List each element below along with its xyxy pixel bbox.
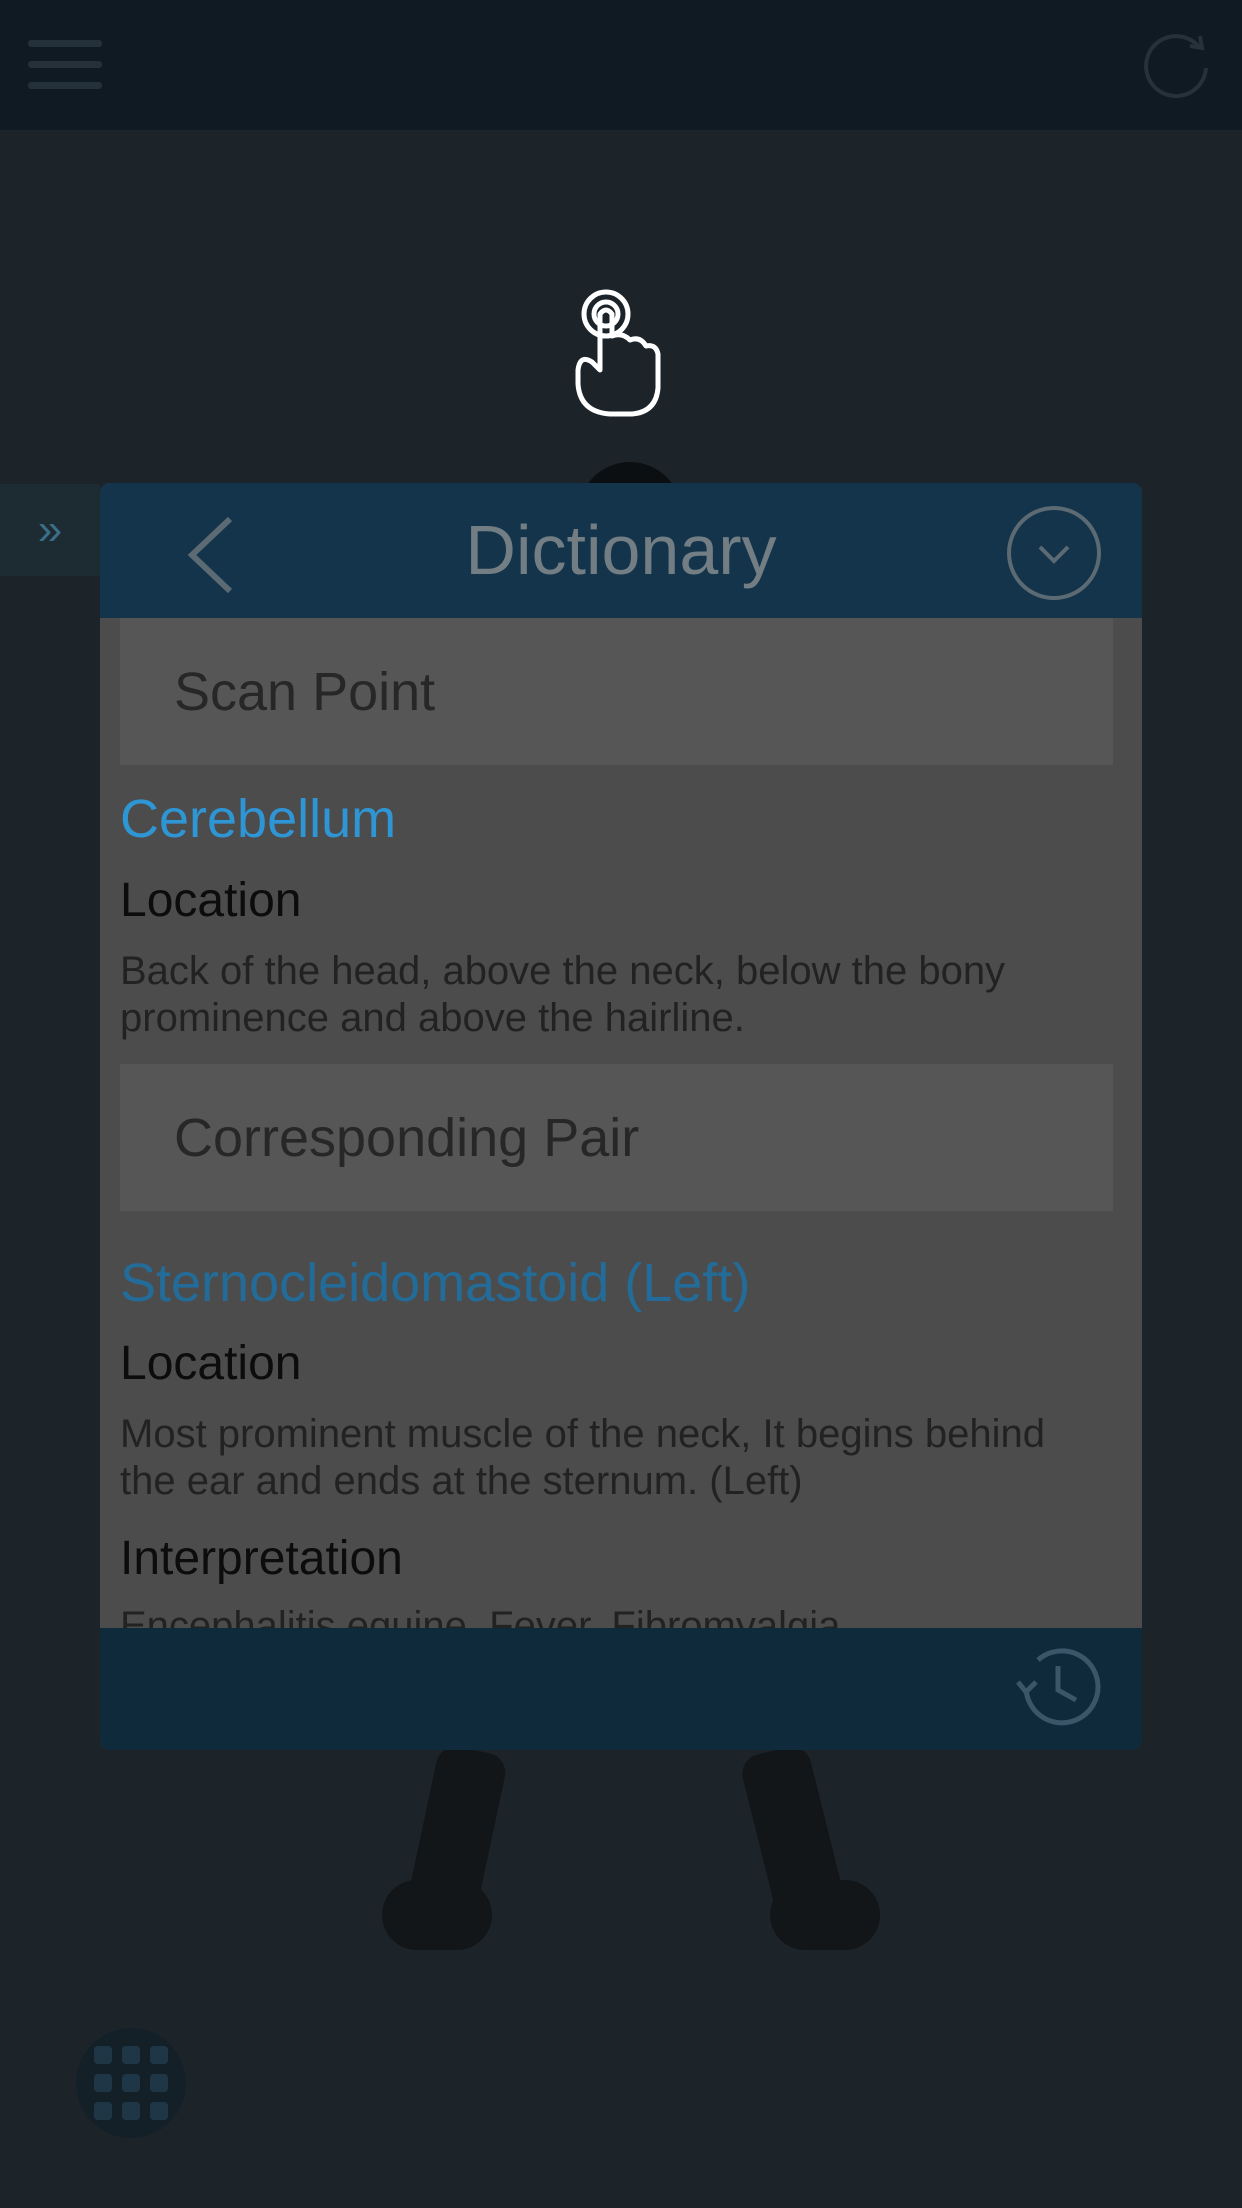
body-figure-foot-left <box>382 1880 492 1950</box>
top-bar <box>0 0 1242 130</box>
dialog-content[interactable]: Scan Point Cerebellum Location Back of t… <box>100 618 1142 1628</box>
side-panel-toggle[interactable]: » <box>0 484 100 576</box>
dialog-title: Dictionary <box>465 511 777 589</box>
refresh-icon[interactable] <box>1138 28 1214 104</box>
history-icon[interactable] <box>1012 1642 1104 1734</box>
grid-menu-button[interactable] <box>76 2028 186 2138</box>
location-description: Back of the head, above the neck, below … <box>120 949 1006 1040</box>
expand-arrows-icon: » <box>37 505 63 554</box>
pair-location-description: Most prominent muscle of the neck, It be… <box>120 1412 1045 1503</box>
section-header-corresponding-pair: Corresponding Pair <box>120 1064 1113 1211</box>
section-header-scan-point: Scan Point <box>120 618 1113 765</box>
interpretation-label: Interpretation <box>120 1532 403 1585</box>
pair-term-link[interactable]: Sternocleidomastoid (Left) <box>120 1252 750 1314</box>
body-figure-foot-right <box>770 1880 880 1950</box>
interpretation-description: Encephalitis equine, Fever, Fibromyalgia <box>120 1604 841 1628</box>
menu-icon[interactable] <box>28 40 102 92</box>
dialog-footer <box>100 1628 1142 1750</box>
pair-location-label: Location <box>120 1337 302 1390</box>
dictionary-dialog: Dictionary Scan Point Cerebellum Locatio… <box>100 483 1142 1750</box>
dialog-header: Dictionary <box>100 483 1142 618</box>
grid-icon <box>94 2046 112 2064</box>
chevron-down-circle-icon[interactable] <box>1006 505 1102 601</box>
location-label: Location <box>120 874 302 927</box>
tap-hand-icon <box>575 289 661 417</box>
term-title[interactable]: Cerebellum <box>120 788 396 850</box>
